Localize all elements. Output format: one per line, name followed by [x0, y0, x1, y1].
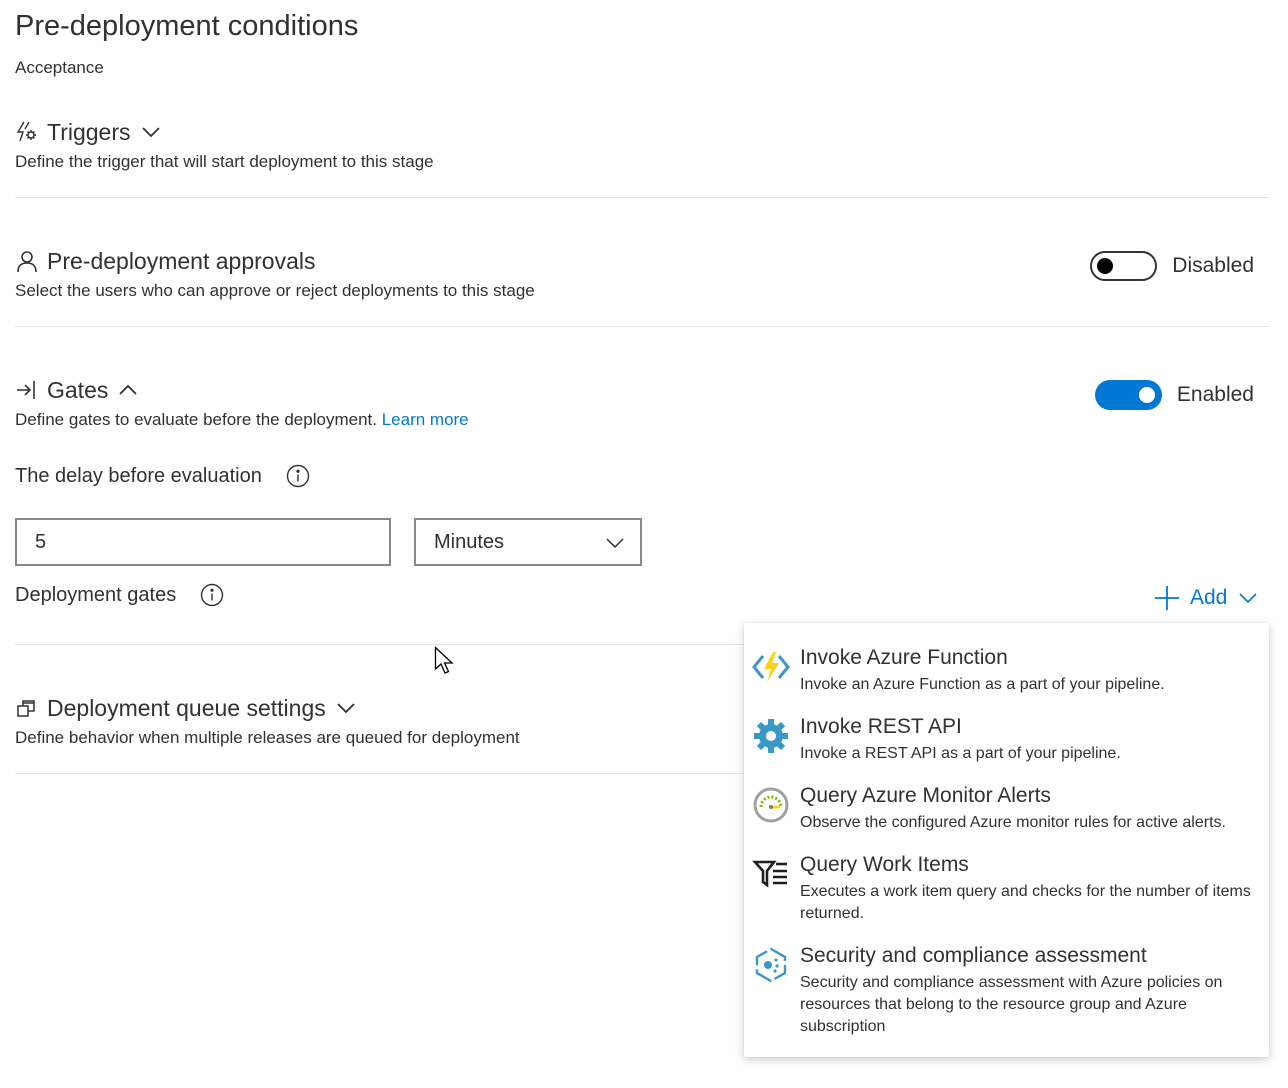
page-title: Pre-deployment conditions [15, 10, 359, 42]
delay-label-row: The delay before evaluation [15, 464, 310, 488]
menu-item-title: Invoke REST API [800, 715, 962, 738]
azure-function-icon [752, 648, 790, 686]
chevron-down-icon [1239, 593, 1257, 603]
triggers-header[interactable]: Triggers [15, 116, 1269, 148]
chevron-down-icon [606, 531, 624, 554]
work-items-query-icon [752, 855, 790, 893]
chevron-down-icon [141, 122, 161, 142]
learn-more-link[interactable]: Learn more [382, 410, 469, 429]
plus-icon [1154, 585, 1180, 611]
deployment-gates-label-row: Deployment gates [15, 583, 224, 607]
divider [15, 197, 1269, 198]
menu-item-description: Security and compliance assessment with … [800, 974, 1223, 1035]
divider [15, 326, 1269, 327]
approvals-header: Pre-deployment approvals [15, 245, 1269, 277]
triggers-section: Triggers Define the trigger that will st… [15, 116, 1269, 172]
triggers-title: Triggers [47, 118, 131, 145]
gates-description: Define gates to evaluate before the depl… [15, 410, 1269, 430]
queue-title: Deployment queue settings [47, 694, 326, 721]
add-button-label: Add [1190, 586, 1228, 609]
menu-item-description: Observe the configured Azure monitor rul… [800, 814, 1226, 831]
approvals-section: Pre-deployment approvals Select the user… [15, 245, 1269, 301]
approvals-toggle[interactable] [1090, 251, 1158, 281]
triggers-description: Define the trigger that will start deplo… [15, 152, 434, 171]
mouse-cursor-icon [434, 645, 456, 681]
add-gate-button[interactable]: Add [1154, 585, 1257, 611]
menu-item-description: Invoke a REST API as a part of your pipe… [800, 745, 1121, 762]
delay-label: The delay before evaluation [15, 464, 262, 487]
gates-description-text: Define gates to evaluate before the depl… [15, 410, 377, 429]
menu-item-title: Security and compliance assessment [800, 944, 1147, 967]
divider [15, 644, 745, 645]
stacked-windows-icon [15, 696, 39, 720]
menu-item-text: Invoke REST API Invoke a REST API as a p… [800, 714, 1255, 765]
delay-input[interactable] [15, 518, 391, 566]
delay-unit-value: Minutes [434, 530, 505, 553]
chevron-down-icon [336, 698, 356, 718]
menu-item-text: Query Azure Monitor Alerts Observe the c… [800, 783, 1255, 834]
delay-unit-select[interactable]: Minutes [414, 518, 642, 566]
menu-item-description: Executes a work item query and checks fo… [800, 883, 1251, 922]
stage-name: Acceptance [15, 58, 104, 77]
chevron-up-icon [118, 380, 138, 400]
approvals-description: Select the users who can approve or reje… [15, 281, 535, 300]
menu-item-title: Query Work Items [800, 853, 969, 876]
deployment-gates-label: Deployment gates [15, 583, 177, 606]
info-icon[interactable] [200, 583, 224, 607]
approvals-title: Pre-deployment approvals [47, 247, 316, 274]
gates-section: Gates Define gates to evaluate before th… [15, 374, 1269, 430]
menu-item-title: Invoke Azure Function [800, 646, 1008, 669]
gates-toggle-group: Enabled [1094, 380, 1254, 410]
monitor-gauge-icon [752, 786, 790, 824]
approvals-toggle-group: Disabled [1090, 251, 1254, 281]
gates-toggle[interactable] [1094, 380, 1162, 410]
add-gate-menu: Invoke Azure Function Invoke an Azure Fu… [744, 623, 1269, 1057]
security-assessment-icon [752, 946, 790, 984]
menu-item-text: Invoke Azure Function Invoke an Azure Fu… [800, 645, 1255, 696]
info-icon[interactable] [286, 464, 310, 488]
rest-api-gear-icon [752, 717, 790, 755]
gates-header[interactable]: Gates [15, 374, 1269, 406]
menu-item-title: Query Azure Monitor Alerts [800, 784, 1051, 807]
toggle-knob [1097, 258, 1114, 274]
toggle-knob [1138, 387, 1155, 403]
gates-toggle-label: Enabled [1176, 383, 1254, 406]
person-icon [15, 249, 39, 273]
menu-item-text: Query Work Items Executes a work item qu… [800, 852, 1255, 925]
menu-item-description: Invoke an Azure Function as a part of yo… [800, 676, 1165, 693]
menu-item-text: Security and compliance assessment Secur… [800, 943, 1255, 1038]
lightning-gear-icon [15, 120, 39, 144]
divider [15, 773, 745, 774]
pre-deployment-conditions-panel: Pre-deployment conditions Acceptance Tri… [0, 0, 1288, 1088]
gates-title: Gates [47, 376, 109, 403]
enter-arrow-icon [15, 378, 39, 402]
approvals-toggle-label: Disabled [1172, 254, 1254, 277]
